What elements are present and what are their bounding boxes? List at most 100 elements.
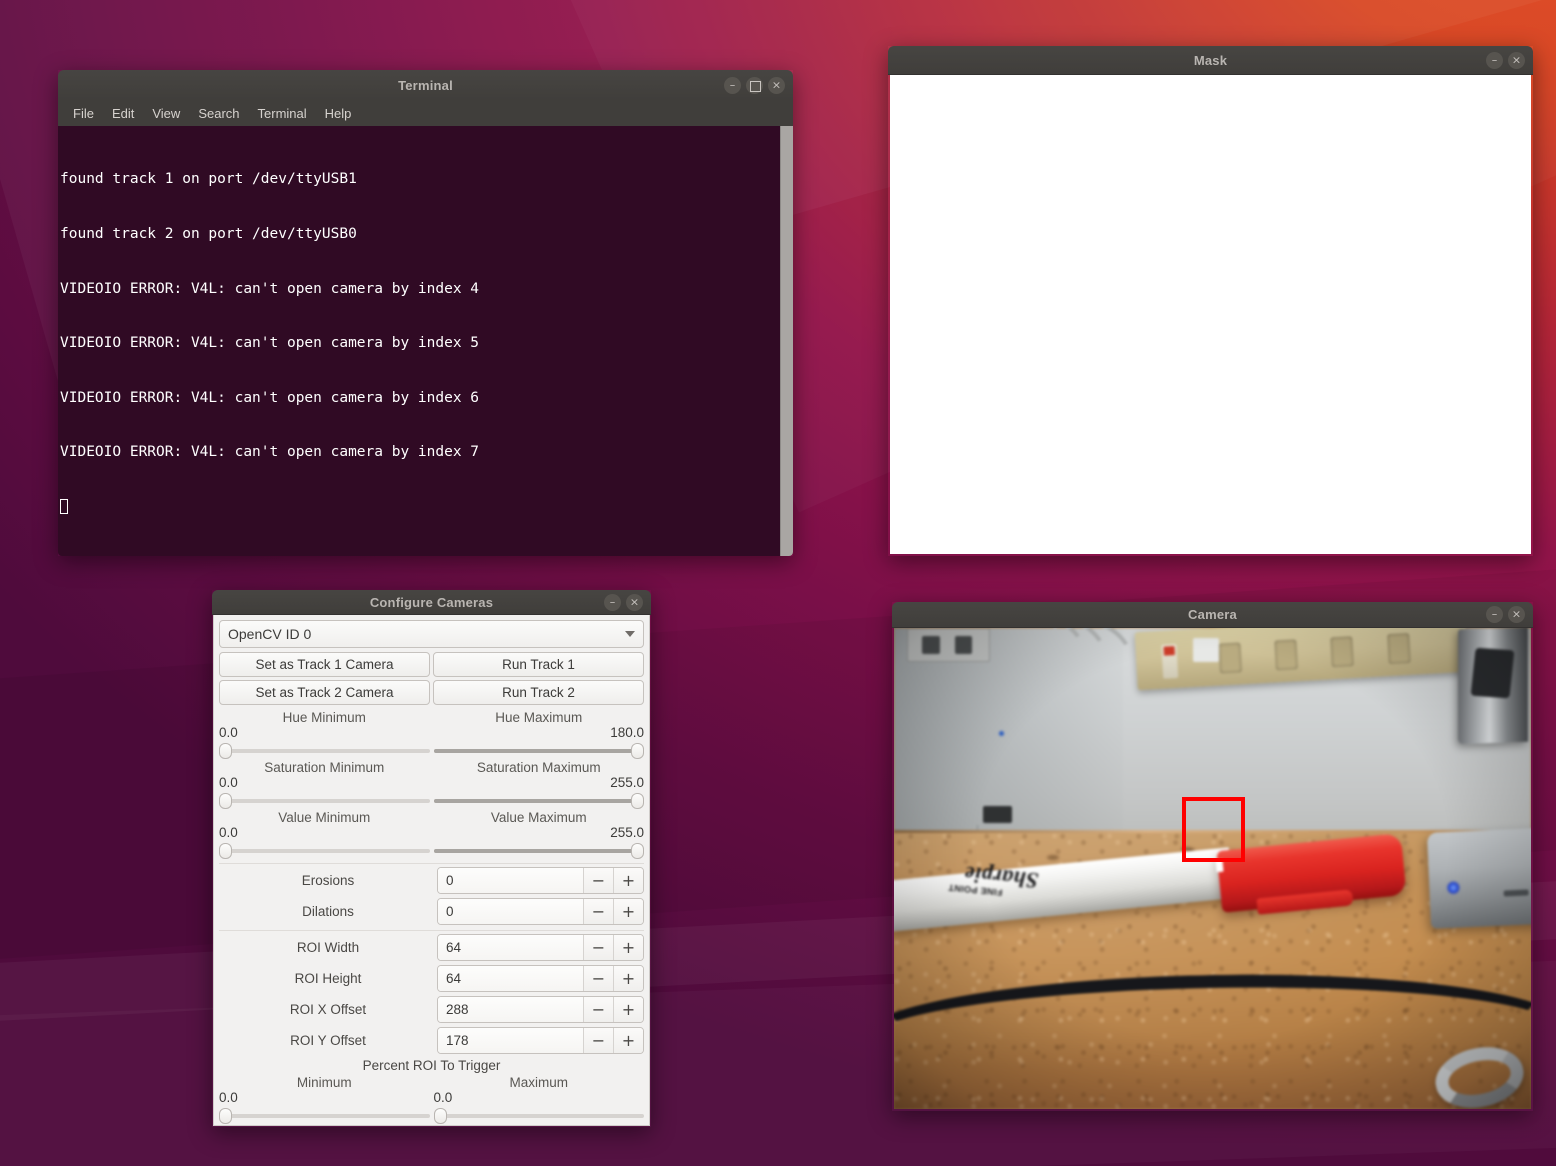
- spinner-increment-button[interactable]: +: [613, 868, 643, 893]
- config-titlebar[interactable]: Configure Cameras – ×: [212, 590, 651, 615]
- configure-cameras-window[interactable]: Configure Cameras – × OpenCV ID 0 Set as…: [212, 590, 651, 1127]
- spinner-control[interactable]: 288 − +: [437, 996, 644, 1023]
- camera-titlebar[interactable]: Camera – ×: [892, 602, 1533, 628]
- spinner-increment-button[interactable]: +: [613, 899, 643, 924]
- menu-search[interactable]: Search: [191, 104, 246, 123]
- spinner-control[interactable]: 0 − +: [437, 898, 644, 925]
- set-track2-camera-button[interactable]: Set as Track 2 Camera: [219, 680, 430, 705]
- spinner-label: ROI X Offset: [289, 1002, 367, 1017]
- mask-window[interactable]: Mask – ×: [888, 46, 1533, 556]
- slider-label: Value Minimum: [278, 810, 371, 825]
- terminal-title: Terminal: [398, 77, 453, 93]
- spinner-value[interactable]: 0: [438, 899, 583, 924]
- camera-window-controls: – ×: [1486, 602, 1525, 627]
- close-icon[interactable]: ×: [1508, 51, 1525, 69]
- slider-knob[interactable]: [219, 743, 232, 759]
- spinner-roi-x-offset: ROI X Offset 288 − +: [219, 996, 644, 1023]
- slider-rail: [219, 1114, 430, 1118]
- spinner-decrement-button[interactable]: −: [583, 935, 613, 960]
- spinner-value[interactable]: 178: [438, 1028, 583, 1053]
- slider-label: Saturation Maximum: [476, 760, 601, 775]
- slider-value-maximum: Value Maximum 255.0: [433, 808, 644, 859]
- menu-file[interactable]: File: [66, 104, 101, 123]
- spinner-decrement-button[interactable]: −: [583, 899, 613, 924]
- slider-track[interactable]: [219, 792, 430, 809]
- roi-overlay-rectangle: [1181, 796, 1245, 863]
- spinner-increment-button[interactable]: +: [613, 997, 643, 1022]
- terminal-window[interactable]: Terminal – × File Edit View Search Termi…: [58, 70, 793, 556]
- slider-track[interactable]: [219, 742, 430, 759]
- divider-1: [219, 863, 644, 864]
- spinner-decrement-button[interactable]: −: [583, 997, 613, 1022]
- spinner-increment-button[interactable]: +: [613, 966, 643, 991]
- menu-view[interactable]: View: [145, 104, 187, 123]
- camera-select-dropdown[interactable]: OpenCV ID 0: [219, 620, 644, 648]
- spinner-value[interactable]: 0: [438, 868, 583, 893]
- slider-track[interactable]: [219, 1107, 430, 1124]
- spinner-roi-y-offset: ROI Y Offset 178 − +: [219, 1027, 644, 1054]
- slider-knob[interactable]: [219, 793, 232, 809]
- slider-value-minimum: Value Minimum 0.0: [219, 808, 430, 859]
- slider-knob[interactable]: [219, 1108, 232, 1124]
- terminal-body[interactable]: found track 1 on port /dev/ttyUSB1 found…: [58, 126, 793, 556]
- scene-plug: [1193, 637, 1219, 662]
- slider-track[interactable]: [433, 842, 644, 859]
- run-track2-button[interactable]: Run Track 2: [433, 680, 644, 705]
- spinner-increment-button[interactable]: +: [613, 935, 643, 960]
- spinner-value[interactable]: 64: [438, 935, 583, 960]
- set-track1-camera-button[interactable]: Set as Track 1 Camera: [219, 652, 430, 677]
- track1-button-row: Set as Track 1 Camera Run Track 1: [219, 652, 644, 677]
- close-icon[interactable]: ×: [768, 76, 785, 94]
- track2-button-row: Set as Track 2 Camera Run Track 2: [219, 680, 644, 705]
- terminal-scrollbar[interactable]: [780, 126, 793, 556]
- spinner-label: ROI Y Offset: [290, 1033, 366, 1048]
- slider-label: Hue Maximum: [495, 710, 583, 725]
- minimize-icon[interactable]: –: [1486, 606, 1503, 623]
- slider-track[interactable]: [219, 842, 430, 859]
- slider-percent-roi-minimum: Minimum 0.0: [219, 1073, 430, 1124]
- slider-track[interactable]: [433, 742, 644, 759]
- slider-track[interactable]: [433, 1107, 644, 1124]
- spinner-control[interactable]: 64 − +: [437, 934, 644, 961]
- camera-window[interactable]: Camera – × Sharpie FINE POINT: [892, 602, 1533, 1111]
- slider-knob[interactable]: [219, 843, 232, 859]
- slider-knob[interactable]: [631, 843, 644, 859]
- minimize-icon[interactable]: –: [604, 593, 621, 611]
- maximize-icon[interactable]: [746, 76, 763, 94]
- minimize-icon[interactable]: –: [724, 76, 741, 94]
- spinner-increment-button[interactable]: +: [613, 1028, 643, 1053]
- close-icon[interactable]: ×: [1508, 606, 1525, 623]
- scene-metal-clamp: [1457, 628, 1528, 745]
- slider-rail: [219, 799, 430, 803]
- scene-laptop: [1427, 827, 1531, 929]
- run-track1-button[interactable]: Run Track 1: [433, 652, 644, 677]
- spinner-value[interactable]: 288: [438, 997, 583, 1022]
- slider-knob[interactable]: [433, 1108, 447, 1124]
- terminal-prompt-line: [60, 498, 780, 516]
- spinner-erosions: Erosions 0 − +: [219, 867, 644, 894]
- slider-knob[interactable]: [631, 793, 644, 809]
- slider-hue-maximum: Hue Maximum 180.0: [433, 708, 644, 759]
- menu-edit[interactable]: Edit: [105, 104, 141, 123]
- close-icon[interactable]: ×: [626, 593, 643, 611]
- menu-help[interactable]: Help: [318, 104, 359, 123]
- mask-titlebar[interactable]: Mask – ×: [888, 46, 1533, 75]
- spinner-value[interactable]: 64: [438, 966, 583, 991]
- spinner-decrement-button[interactable]: −: [583, 1028, 613, 1053]
- menu-terminal[interactable]: Terminal: [251, 104, 314, 123]
- spinner-control[interactable]: 0 − +: [437, 867, 644, 894]
- spinner-control[interactable]: 178 − +: [437, 1027, 644, 1054]
- slider-knob[interactable]: [631, 743, 644, 759]
- spinner-decrement-button[interactable]: −: [583, 966, 613, 991]
- mask-title: Mask: [1193, 52, 1228, 68]
- spinner-control[interactable]: 64 − +: [437, 965, 644, 992]
- mask-image-canvas: [890, 75, 1531, 554]
- spinner-roi-width: ROI Width 64 − +: [219, 934, 644, 961]
- terminal-titlebar[interactable]: Terminal – ×: [58, 70, 793, 100]
- slider-rail: [219, 849, 430, 853]
- minimize-icon[interactable]: –: [1486, 51, 1503, 69]
- camera-image-canvas: Sharpie FINE POINT: [894, 628, 1531, 1109]
- slider-track[interactable]: [433, 792, 644, 809]
- spinner-decrement-button[interactable]: −: [583, 868, 613, 893]
- terminal-line: VIDEOIO ERROR: V4L: can't open camera by…: [60, 389, 480, 406]
